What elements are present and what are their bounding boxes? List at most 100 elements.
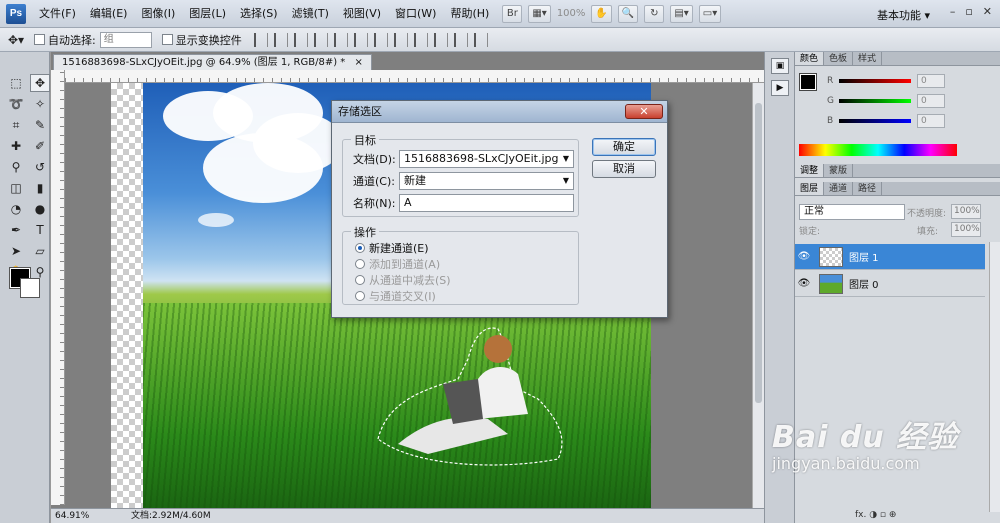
tab-adjustments[interactable]: 调整 <box>795 164 825 177</box>
history-brush-tool-icon[interactable]: ↺ <box>30 158 50 176</box>
ok-button[interactable]: 确定 <box>592 138 656 156</box>
close-window-icon[interactable]: ✕ <box>983 5 992 18</box>
crop-tool-icon[interactable]: ⌗ <box>6 116 26 134</box>
blur-tool-icon[interactable]: ◔ <box>6 200 26 218</box>
green-value[interactable]: 0 <box>917 94 945 108</box>
foreground-color-swatch[interactable] <box>799 73 817 91</box>
document-select[interactable]: 1516883698-SLxCJyOEit.jpg ▼ <box>399 150 574 168</box>
dialog-close-button[interactable]: ✕ <box>625 104 663 119</box>
status-doc-size[interactable]: 文档:2.92M/4.60M <box>131 509 211 523</box>
opacity-input[interactable]: 100% <box>951 204 981 219</box>
menu-window[interactable]: 窗口(W) <box>388 0 443 28</box>
green-slider[interactable] <box>839 99 911 103</box>
restore-icon[interactable]: ▫ <box>965 5 972 18</box>
align-top-icon[interactable] <box>253 32 268 47</box>
type-tool-icon[interactable]: T <box>30 221 50 239</box>
align-middle-icon[interactable] <box>273 32 288 47</box>
tab-swatches[interactable]: 色板 <box>824 52 854 65</box>
zoom-tool-icon[interactable]: 🔍 <box>617 4 639 23</box>
layer-row-layer-1[interactable]: 👁 图层 1 <box>795 244 985 270</box>
history-panel-icon[interactable]: ▣ <box>771 58 789 74</box>
distribute-right-icon[interactable] <box>473 32 488 47</box>
tab-paths[interactable]: 路径 <box>853 182 883 195</box>
watermark-url: jingyan.baidu.com <box>772 454 920 473</box>
color-panel-tabs: 颜色 色板 样式 <box>795 52 1000 66</box>
show-transform-checkbox[interactable] <box>161 34 173 45</box>
document-tab[interactable]: 1516883698-SLxCJyOEit.jpg @ 64.9% (图层 1,… <box>53 54 372 70</box>
marquee-tool-icon[interactable]: ⬚ <box>6 74 26 92</box>
dodge-tool-icon[interactable]: ● <box>30 200 50 218</box>
move-tool-preset-icon[interactable]: ✥▾ <box>6 31 26 49</box>
shape-tool-icon[interactable]: ▱ <box>30 242 50 260</box>
minimize-icon[interactable]: – <box>950 5 956 18</box>
tab-channels[interactable]: 通道 <box>824 182 854 195</box>
workspace-switcher[interactable]: 基本功能 ▾ <box>877 7 930 23</box>
path-selection-tool-icon[interactable]: ➤ <box>6 242 26 260</box>
distribute-top-icon[interactable] <box>373 32 388 47</box>
brush-tool-icon[interactable]: ✐ <box>30 137 50 155</box>
menu-edit[interactable]: 编辑(E) <box>83 0 135 28</box>
magic-wand-tool-icon[interactable]: ✧ <box>30 95 50 113</box>
actions-panel-icon[interactable]: ▶ <box>771 80 789 96</box>
eyedropper-tool-icon[interactable]: ✎ <box>30 116 50 134</box>
fill-input[interactable]: 100% <box>951 222 981 237</box>
distribute-left-icon[interactable] <box>433 32 448 47</box>
blue-value[interactable]: 0 <box>917 114 945 128</box>
background-color-swatch[interactable] <box>20 278 40 298</box>
layer-footer-buttons[interactable]: fx. ◑ ▫ ⊕ <box>855 510 896 520</box>
move-tool-icon[interactable]: ✥ <box>30 74 50 92</box>
layers-scrollbar[interactable] <box>989 242 1000 512</box>
channel-select[interactable]: 新建 ▼ <box>399 172 574 190</box>
layer-row-layer-0[interactable]: 👁 图层 0 <box>795 271 985 297</box>
menu-image[interactable]: 图像(I) <box>134 0 182 28</box>
red-value[interactable]: 0 <box>917 74 945 88</box>
tab-color[interactable]: 颜色 <box>795 52 825 65</box>
bridge-button[interactable]: Br <box>502 4 523 23</box>
auto-select-checkbox[interactable] <box>34 34 45 45</box>
scroll-thumb[interactable] <box>755 103 762 403</box>
rotate-view-icon[interactable]: ↻ <box>644 4 665 23</box>
align-right-icon[interactable] <box>353 32 368 47</box>
zoom-level[interactable]: 100% <box>557 8 586 19</box>
align-bottom-icon[interactable] <box>293 32 308 47</box>
menu-file[interactable]: 文件(F) <box>32 0 83 28</box>
color-spectrum-bar[interactable] <box>799 144 957 156</box>
view-extras-button[interactable]: ▦▾ <box>528 4 551 23</box>
pen-tool-icon[interactable]: ✒ <box>6 221 26 239</box>
name-input[interactable]: A <box>399 194 574 212</box>
tab-styles[interactable]: 样式 <box>853 52 883 65</box>
healing-brush-tool-icon[interactable]: ✚ <box>6 137 26 155</box>
menu-filter[interactable]: 滤镜(T) <box>285 0 336 28</box>
status-zoom[interactable]: 64.91% <box>55 511 89 521</box>
cancel-button[interactable]: 取消 <box>592 160 656 178</box>
lasso-tool-icon[interactable]: ➰ <box>6 95 26 113</box>
screen-mode-button[interactable]: ▭▾ <box>698 4 722 23</box>
blue-slider[interactable] <box>839 119 911 123</box>
align-left-icon[interactable] <box>313 32 328 47</box>
distribute-center-icon[interactable] <box>453 32 468 47</box>
tab-close-icon[interactable]: × <box>355 57 363 68</box>
eraser-tool-icon[interactable]: ◫ <box>6 179 26 197</box>
distribute-middle-icon[interactable] <box>393 32 408 47</box>
align-center-icon[interactable] <box>333 32 348 47</box>
arrange-documents-button[interactable]: ▤▾ <box>670 4 693 23</box>
red-slider[interactable] <box>839 79 911 83</box>
vertical-scrollbar[interactable] <box>752 83 764 508</box>
distribute-bottom-icon[interactable] <box>413 32 428 47</box>
eye-icon[interactable]: 👁 <box>795 251 813 262</box>
gradient-tool-icon[interactable]: ▮ <box>30 179 50 197</box>
auto-select-dropdown[interactable]: 组 <box>99 31 152 48</box>
menu-view[interactable]: 视图(V) <box>336 0 388 28</box>
eye-icon[interactable]: 👁 <box>795 278 813 289</box>
menu-select[interactable]: 选择(S) <box>233 0 285 28</box>
menu-help[interactable]: 帮助(H) <box>443 0 496 28</box>
op-new-channel[interactable]: 新建通道(E) <box>355 240 429 256</box>
menu-layer[interactable]: 图层(L) <box>182 0 233 28</box>
clone-stamp-tool-icon[interactable]: ⚲ <box>6 158 26 176</box>
radio-button-selected[interactable] <box>355 243 365 253</box>
blend-mode-select[interactable]: 正常 <box>799 204 905 220</box>
hand-tool-icon[interactable]: ✋ <box>591 4 612 23</box>
tab-masks[interactable]: 蒙版 <box>824 164 854 177</box>
radio-button <box>355 259 365 269</box>
tab-layers[interactable]: 图层 <box>795 182 825 195</box>
